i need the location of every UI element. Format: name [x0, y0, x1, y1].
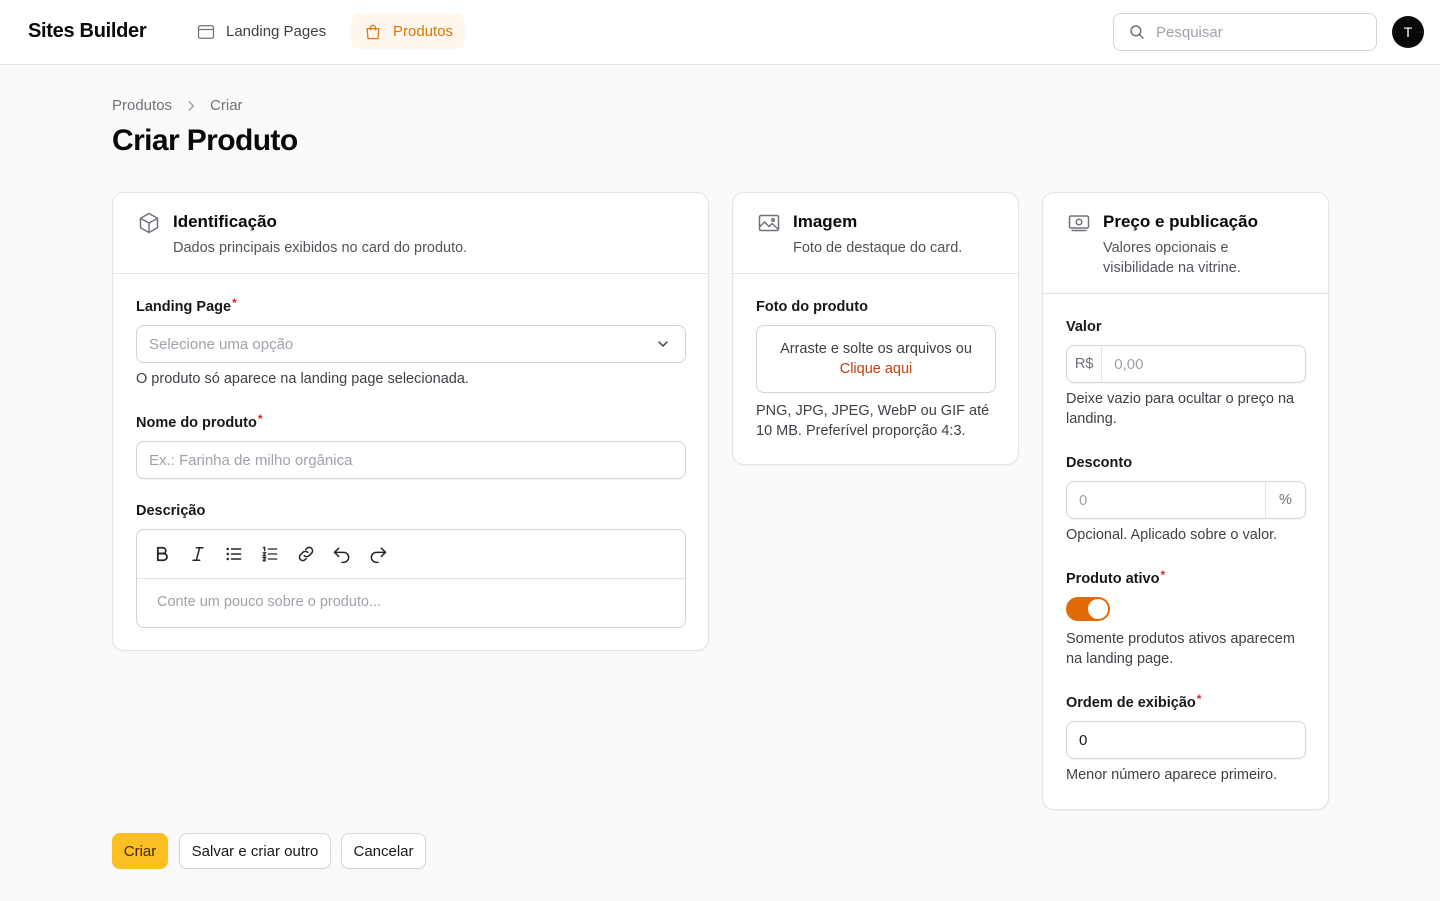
produto-ativo-label: Produto ativo*: [1066, 568, 1166, 587]
undo-button[interactable]: [332, 544, 352, 564]
top-bar: Sites Builder Landing Pages Produtos T: [0, 0, 1440, 65]
nav-produtos-label: Produtos: [393, 23, 454, 40]
search-box[interactable]: [1113, 13, 1377, 51]
valor-field: R$: [1066, 345, 1306, 383]
landing-page-hint: O produto só aparece na landing page sel…: [136, 371, 469, 387]
dropzone-click-link[interactable]: Clique aqui: [757, 359, 995, 379]
bullet-list-icon: [226, 547, 242, 561]
nome-produto-label: Nome do produto*: [136, 412, 263, 431]
identificacao-header: Identificação Dados principais exibidos …: [113, 193, 708, 274]
produto-ativo-hint: Somente produtos ativos aparecem na land…: [1066, 631, 1295, 667]
valor-label: Valor: [1066, 319, 1102, 335]
desconto-field: %: [1066, 481, 1306, 519]
search-input[interactable]: [1156, 23, 1356, 41]
valor-hint: Deixe vazio para ocultar o preço na land…: [1066, 391, 1295, 427]
link-icon: [298, 546, 314, 562]
required-marker: *: [257, 412, 263, 426]
valor-prefix: R$: [1067, 346, 1103, 382]
italic-icon: [192, 547, 204, 561]
imagem-title: Imagem: [793, 212, 858, 231]
landing-page-select-value: Selecione uma opção: [149, 335, 294, 353]
redo-button[interactable]: [368, 544, 388, 564]
foto-hint: PNG, JPG, JPEG, WebP ou GIF até 10 MB. P…: [756, 403, 990, 439]
criar-button[interactable]: Criar: [112, 833, 168, 869]
breadcrumb-produtos[interactable]: Produtos: [112, 97, 172, 114]
descricao-editor: Conte um pouco sobre o produto...: [136, 529, 686, 628]
nav-produtos[interactable]: Produtos: [351, 14, 466, 49]
bullet-list-button[interactable]: [224, 544, 244, 564]
user-avatar[interactable]: T: [1392, 16, 1424, 48]
descricao-label: Descrição: [136, 503, 206, 519]
undo-icon: [333, 547, 350, 564]
identificacao-card: Identificação Dados principais exibidos …: [112, 192, 709, 651]
ordem-exibicao-input[interactable]: [1067, 722, 1305, 758]
chevron-right-icon: [188, 100, 195, 111]
preco-header: Preço e publicação Valores opcionais e v…: [1043, 193, 1328, 294]
breadcrumb-criar: Criar: [210, 97, 243, 114]
required-marker: *: [232, 296, 237, 310]
identificacao-title: Identificação: [173, 212, 277, 231]
imagem-description: Foto de destaque do card.: [793, 240, 963, 256]
required-marker: *: [1196, 692, 1202, 706]
preco-description: Valores opcionais e visibilidade na vitr…: [1103, 240, 1241, 276]
numbered-list-button[interactable]: [260, 544, 280, 564]
ordem-exibicao-label: Ordem de exibição*: [1066, 692, 1202, 711]
ordem-exibicao-hint: Menor número aparece primeiro.: [1066, 767, 1278, 783]
browser-window-icon: [197, 24, 215, 39]
chevron-down-icon: [658, 341, 668, 348]
required-marker: *: [1160, 568, 1166, 582]
search-icon: [1130, 25, 1144, 39]
nav-landing-pages-label: Landing Pages: [226, 23, 327, 40]
dropzone-text: Arraste e solte os arquivos ou: [780, 341, 972, 357]
italic-button[interactable]: [188, 544, 208, 564]
banknote-icon: [1068, 215, 1090, 232]
valor-input[interactable]: [1102, 346, 1305, 382]
desconto-suffix: %: [1265, 482, 1305, 518]
link-button[interactable]: [296, 544, 316, 564]
preco-title: Preço e publicação: [1103, 212, 1258, 231]
numbered-list-icon: [262, 546, 278, 562]
toggle-knob: [1088, 599, 1108, 619]
descricao-editor-content[interactable]: Conte um pouco sobre o produto...: [157, 594, 381, 610]
produto-ativo-toggle[interactable]: [1066, 597, 1110, 621]
cancelar-button[interactable]: Cancelar: [341, 833, 426, 869]
bold-button[interactable]: [152, 544, 172, 564]
nome-produto-input[interactable]: [137, 442, 685, 478]
brand-logo[interactable]: Sites Builder: [28, 20, 147, 43]
imagem-header: Imagem Foto de destaque do card.: [733, 193, 1018, 274]
salvar-criar-outro-button[interactable]: Salvar e criar outro: [179, 833, 331, 869]
foto-produto-label: Foto do produto: [756, 299, 868, 315]
redo-icon: [370, 547, 387, 564]
desconto-input[interactable]: [1067, 482, 1265, 518]
imagem-card: Imagem Foto de destaque do card. Foto do…: [732, 192, 1019, 465]
landing-page-select[interactable]: Selecione uma opção: [136, 325, 686, 363]
nav-landing-pages[interactable]: Landing Pages: [184, 14, 338, 49]
ordem-exibicao-field: [1066, 721, 1306, 759]
shopping-bag-icon: [366, 24, 380, 39]
desconto-label: Desconto: [1066, 455, 1133, 471]
identificacao-description: Dados principais exibidos no card do pro…: [173, 240, 468, 256]
desconto-hint: Opcional. Aplicado sobre o valor.: [1066, 527, 1278, 543]
landing-page-label: Landing Page*: [136, 296, 237, 315]
bold-icon: [156, 546, 168, 562]
foto-dropzone[interactable]: Arraste e solte os arquivos ou Clique aq…: [756, 325, 996, 393]
cube-icon: [139, 212, 159, 234]
image-icon: [758, 214, 780, 232]
page-title: Criar Produto: [112, 124, 298, 157]
preco-card: Preço e publicação Valores opcionais e v…: [1042, 192, 1329, 810]
nome-produto-field: [136, 441, 686, 479]
editor-toolbar: [137, 530, 685, 579]
breadcrumb: Produtos Criar: [112, 97, 243, 114]
